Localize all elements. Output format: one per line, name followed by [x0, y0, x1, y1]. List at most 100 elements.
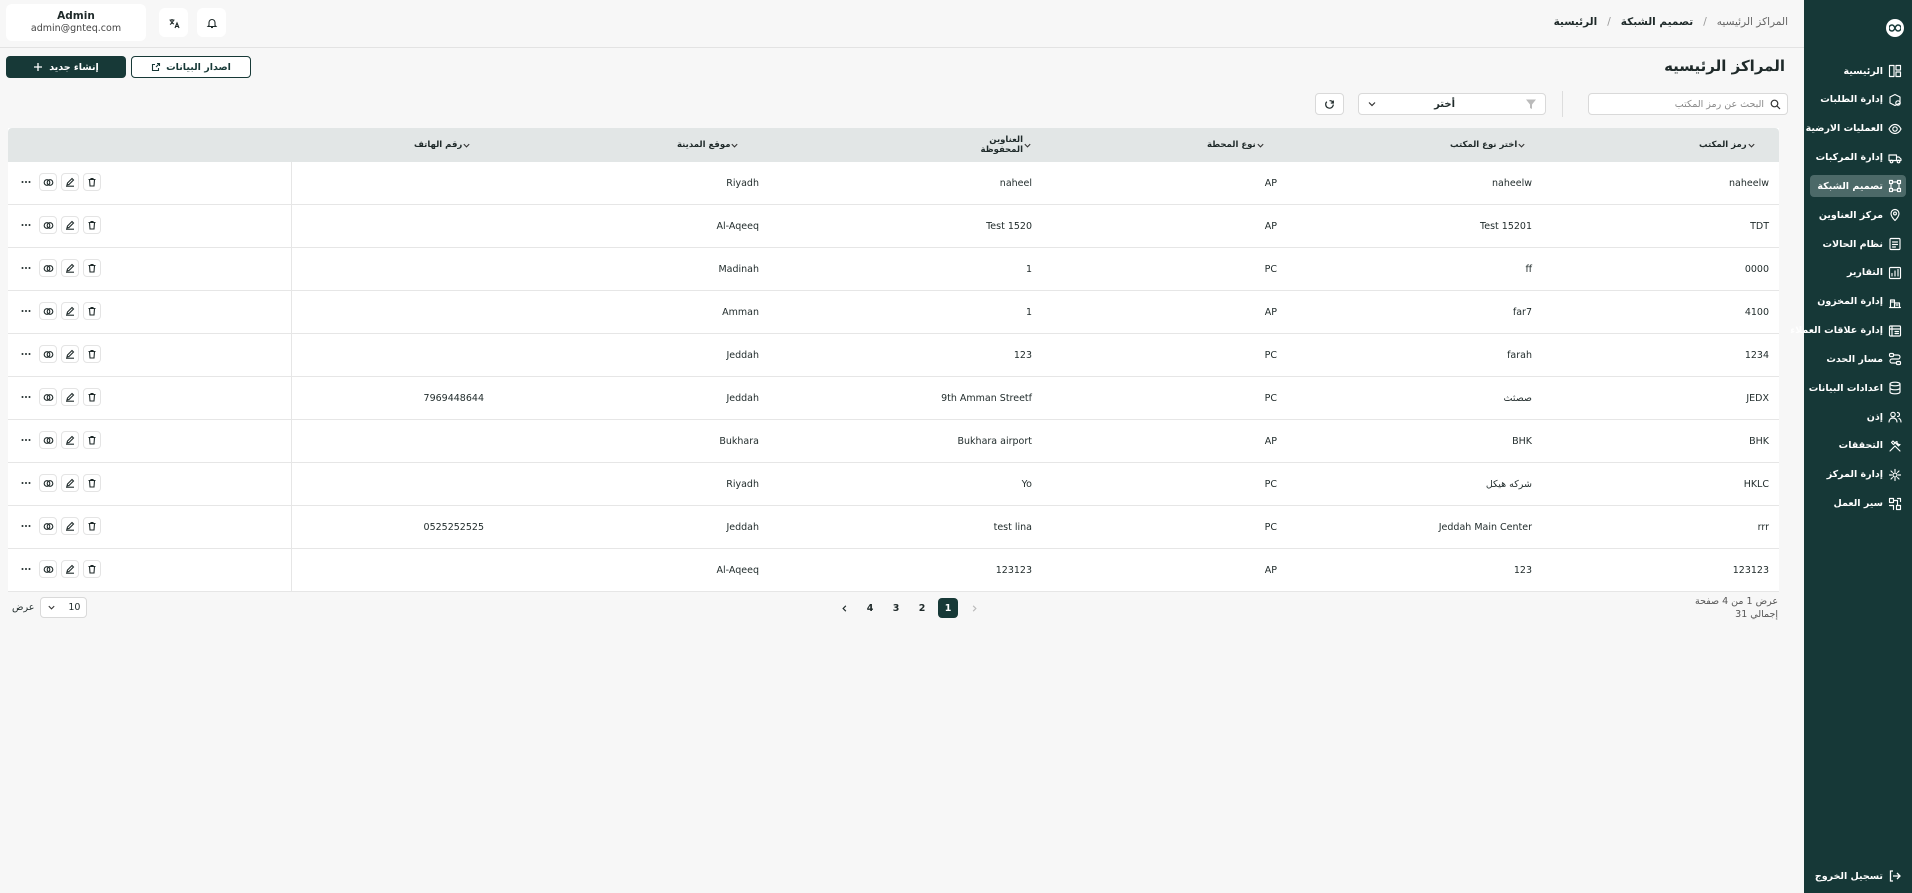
delete-icon[interactable] — [83, 173, 101, 191]
edit-icon[interactable] — [61, 517, 79, 535]
column-header[interactable]: العناوين المحفوظة — [950, 128, 1032, 162]
column-header[interactable]: رمز المكتب — [1699, 128, 1769, 162]
page-button[interactable]: 3 — [886, 598, 906, 618]
delete-icon[interactable] — [83, 474, 101, 492]
link-icon[interactable] — [39, 302, 57, 320]
table-row[interactable]: 4100 far7 AP 1 Amman — [8, 291, 1779, 334]
link-icon[interactable] — [39, 388, 57, 406]
link-icon[interactable] — [39, 517, 57, 535]
search-input[interactable] — [1589, 94, 1770, 114]
sidebar-item[interactable]: إدارة المخزون — [1810, 291, 1906, 313]
sidebar-item[interactable]: اعدادات البيانات — [1809, 377, 1906, 399]
delete-icon[interactable] — [83, 517, 101, 535]
edit-icon[interactable] — [61, 560, 79, 578]
table-row[interactable]: 0000 ff PC 1 Madinah — [8, 248, 1779, 291]
page-button[interactable]: 2 — [912, 598, 932, 618]
delete-icon[interactable] — [83, 302, 101, 320]
export-data-button[interactable]: اصدار البيانات — [131, 56, 251, 78]
breadcrumb-network-design[interactable]: تصميم الشبكة — [1621, 16, 1694, 28]
users-icon — [1888, 410, 1902, 424]
edit-icon[interactable] — [61, 216, 79, 234]
actions-divider — [291, 549, 292, 591]
edit-icon[interactable] — [61, 302, 79, 320]
column-header[interactable]: نوع المحطة — [1207, 128, 1277, 162]
per-page-select[interactable]: 10 — [40, 597, 88, 618]
edit-icon[interactable] — [61, 345, 79, 363]
delete-icon[interactable] — [83, 431, 101, 449]
sidebar-item[interactable]: الرئيسية — [1810, 60, 1906, 82]
link-icon[interactable] — [39, 474, 57, 492]
sidebar-item[interactable]: مسار الحدث — [1810, 348, 1906, 370]
page-button[interactable]: 1 — [938, 598, 958, 618]
table-row[interactable]: JEDX صصثث PC 9th Amman Streetf Jeddah 7969448… — [8, 377, 1779, 420]
sidebar-item[interactable]: التحققات — [1810, 435, 1906, 457]
column-header[interactable]: اختر نوع المكتب — [1450, 128, 1532, 162]
edit-icon[interactable] — [61, 173, 79, 191]
sidebar-item[interactable]: إدارة المركبات — [1810, 147, 1906, 169]
sidebar-item-label: إدارة الطلبات — [1820, 94, 1883, 106]
logout-button[interactable]: تسجيل الخروج — [1810, 865, 1906, 887]
sidebar-item[interactable]: إذن — [1810, 406, 1906, 428]
create-new-button[interactable]: إنشاء جديد — [6, 56, 126, 78]
prev-page-button[interactable] — [964, 598, 984, 618]
col-office-code-cell: naheelw — [1729, 177, 1769, 189]
more-icon[interactable] — [17, 560, 35, 578]
edit-icon[interactable] — [61, 431, 79, 449]
table-row[interactable]: TDT Test 15201 AP Test 1520 Al-Aqeeq — [8, 205, 1779, 248]
export-icon — [151, 62, 161, 72]
delete-icon[interactable] — [83, 388, 101, 406]
page-button[interactable]: 4 — [860, 598, 880, 618]
delete-icon[interactable] — [83, 345, 101, 363]
link-icon[interactable] — [39, 431, 57, 449]
sidebar-item[interactable]: إدارة علاقات العملاء — [1790, 320, 1906, 342]
delete-icon[interactable] — [83, 216, 101, 234]
delete-icon[interactable] — [83, 259, 101, 277]
table-row[interactable]: naheelw naheelw AP naheel Riyadh — [8, 162, 1779, 205]
sidebar-item[interactable]: نظام الحالات — [1810, 233, 1906, 255]
link-icon[interactable] — [39, 216, 57, 234]
top-bar: الرئيسية / تصميم الشبكة / المراكز الرئيس… — [0, 0, 1804, 48]
sidebar-item-label: سير العمل — [1833, 498, 1883, 510]
table-row[interactable]: HKLC شركه هيكل PC Yo Riyadh — [8, 463, 1779, 506]
more-icon[interactable] — [17, 173, 35, 191]
sidebar-item[interactable]: العمليات الارضية — [1806, 118, 1906, 140]
more-icon[interactable] — [17, 259, 35, 277]
refresh-button[interactable] — [1315, 93, 1344, 115]
column-header[interactable]: رقم الهاتف — [414, 128, 484, 162]
table-row[interactable]: 1234 farah PC 123 Jeddah — [8, 334, 1779, 377]
edit-icon[interactable] — [61, 259, 79, 277]
more-icon[interactable] — [17, 388, 35, 406]
link-icon[interactable] — [39, 560, 57, 578]
more-icon[interactable] — [17, 517, 35, 535]
more-icon[interactable] — [17, 216, 35, 234]
office-type-filter[interactable]: أختر — [1358, 93, 1546, 115]
delete-icon[interactable] — [83, 560, 101, 578]
user-profile[interactable]: Admin admin@gnteq.com — [6, 4, 146, 41]
table-row[interactable]: rrr Jeddah Main Center PC test lina Jeddah 05… — [8, 506, 1779, 549]
notifications-button[interactable] — [197, 8, 226, 37]
next-page-button[interactable] — [834, 598, 854, 618]
edit-icon[interactable] — [61, 388, 79, 406]
link-icon[interactable] — [39, 173, 57, 191]
more-icon[interactable] — [17, 431, 35, 449]
sidebar-item[interactable]: سير العمل — [1810, 493, 1906, 515]
sidebar-item[interactable]: إدارة الطلبات — [1810, 89, 1906, 111]
more-icon[interactable] — [17, 474, 35, 492]
more-icon[interactable] — [17, 345, 35, 363]
column-header-label: اختر نوع المكتب — [1450, 140, 1518, 150]
table-row[interactable]: BHK BHK AP Bukhara airport Bukhara — [8, 420, 1779, 463]
link-icon[interactable] — [39, 259, 57, 277]
breadcrumb-home[interactable]: الرئيسية — [1554, 16, 1598, 28]
sidebar-item[interactable]: مركز العناوين — [1810, 204, 1906, 226]
sidebar-item[interactable]: التقارير — [1810, 262, 1906, 284]
app-logo-icon[interactable] — [1886, 19, 1904, 37]
link-icon[interactable] — [39, 345, 57, 363]
sidebar-item[interactable]: تصميم الشبكة — [1810, 175, 1906, 198]
sidebar-item[interactable]: إدارة المركز — [1810, 464, 1906, 486]
column-header[interactable]: موقع المدينة — [677, 128, 759, 162]
table-row[interactable]: 123123 123 AP 123123 Al-Aqeeq — [8, 549, 1779, 592]
filter-icon — [1525, 98, 1537, 110]
language-button[interactable] — [159, 8, 188, 37]
more-icon[interactable] — [17, 302, 35, 320]
edit-icon[interactable] — [61, 474, 79, 492]
